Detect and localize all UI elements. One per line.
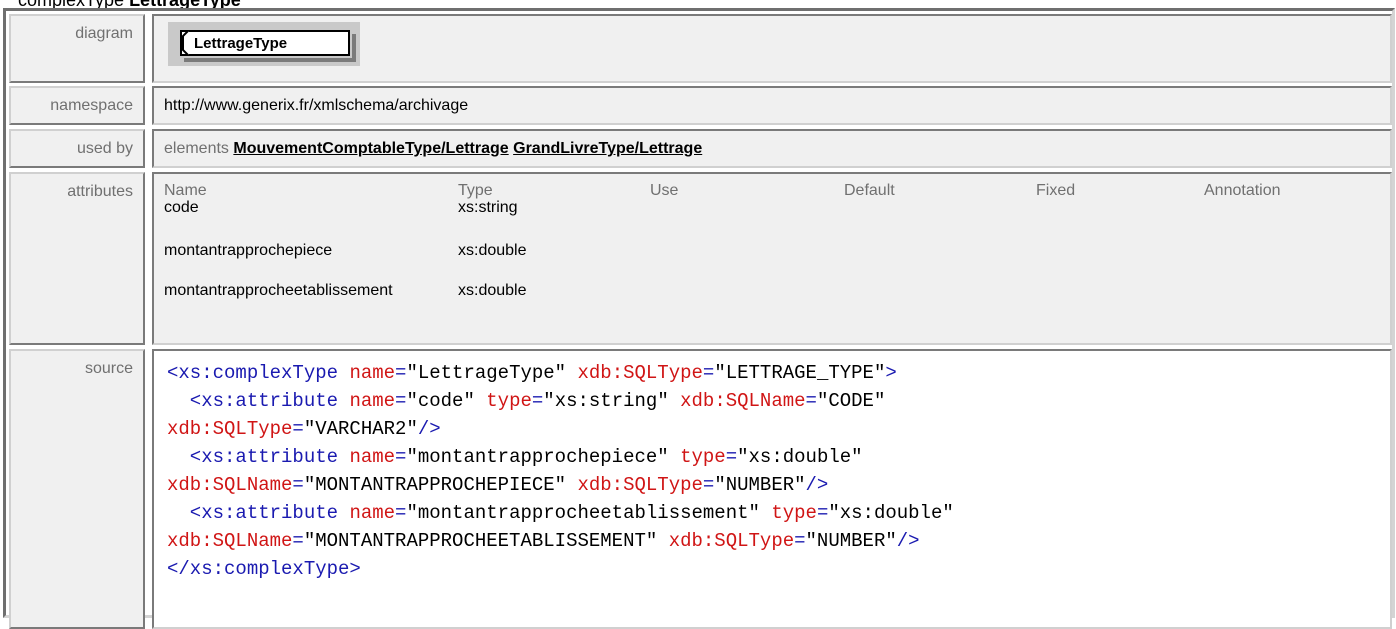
- source-token: =: [531, 390, 544, 412]
- source-token: xdb:SQLName: [668, 390, 806, 412]
- source-token: =: [805, 390, 817, 412]
- source-token: =: [292, 418, 304, 440]
- source-token: />: [896, 530, 920, 552]
- diagram-canvas: LettrageType: [168, 22, 360, 66]
- col-annotation: Annotation: [1204, 182, 1281, 199]
- source-line: <xs:attribute name="montantrapprocheetab…: [167, 499, 954, 527]
- source-token: "xs:double": [737, 446, 863, 468]
- col-name: Name: [164, 182, 207, 199]
- attributes-table: Name Type Use Default Fixed Annotation c…: [152, 172, 1392, 345]
- type-notch-icon: [182, 30, 190, 56]
- source-token: "montantrapprochepiece": [406, 446, 669, 468]
- source-token: xdb:SQLType: [657, 530, 795, 552]
- used-by-link-mouvement[interactable]: MouvementComptableType/Lettrage: [233, 140, 508, 157]
- schema-table: diagram LettrageType namespace http://ww…: [3, 8, 1395, 629]
- source-token: xdb:SQLType: [566, 362, 703, 384]
- source-line: </xs:complexType>: [167, 555, 954, 583]
- source-token: name: [349, 362, 396, 384]
- source-token: </xs:complexType>: [167, 558, 361, 580]
- source-token: =: [395, 390, 407, 412]
- source-token: "MONTANTRAPPROCHEETABLISSEMENT": [303, 530, 658, 552]
- source-line: xdb:SQLName="MONTANTRAPPROCHEETABLISSEME…: [167, 527, 954, 555]
- source-line: <xs:attribute name="code" type="xs:strin…: [167, 387, 954, 415]
- source-token: "VARCHAR2": [303, 418, 418, 440]
- heading-prefix: complexType: [18, 0, 129, 8]
- col-type: Type: [458, 182, 493, 199]
- row-diagram: diagram LettrageType: [9, 14, 1392, 83]
- attribute-name: montantrapprochepiece: [164, 242, 333, 259]
- col-default: Default: [844, 182, 895, 199]
- diagram-label: diagram: [9, 14, 145, 83]
- source-token: xdb:SQLName: [167, 474, 293, 496]
- source-token: "montantrapprocheetablissement": [406, 502, 760, 524]
- namespace-label: namespace: [9, 86, 145, 125]
- diagram-cell: LettrageType: [152, 14, 1392, 83]
- row-source: source <xs:complexType name="LettrageTyp…: [9, 349, 1392, 629]
- source-line: <xs:attribute name="montantrapprochepiec…: [167, 443, 954, 471]
- attribute-type: xs:double: [458, 242, 527, 259]
- source-token: <xs:attribute: [167, 502, 350, 524]
- source-code: <xs:complexType name="LettrageType" xdb:…: [167, 359, 954, 583]
- source-token: <xs:attribute: [167, 390, 350, 412]
- source-token: =: [794, 530, 806, 552]
- source-token: "MONTANTRAPPROCHEPIECE": [303, 474, 567, 496]
- attribute-name: code: [164, 199, 199, 216]
- attributes-label: attributes: [9, 172, 145, 345]
- attribute-type: xs:double: [458, 282, 527, 299]
- attribute-type: xs:string: [458, 199, 518, 216]
- source-token: <xs:attribute: [167, 446, 350, 468]
- source-token: =: [395, 362, 407, 384]
- source-line: xdb:SQLName="MONTANTRAPPROCHEPIECE" xdb:…: [167, 471, 954, 499]
- diagram-box-text: LettrageType: [194, 35, 288, 52]
- source-token: =: [725, 446, 738, 468]
- row-attributes: attributes Name Type Use Default Fixed A…: [9, 172, 1392, 345]
- used-by-label: used by: [9, 129, 145, 168]
- source-token: =: [395, 446, 407, 468]
- source-cell: <xs:complexType name="LettrageType" xdb:…: [152, 349, 1392, 629]
- source-token: name: [349, 390, 396, 412]
- source-token: =: [702, 362, 715, 384]
- source-token: "NUMBER": [714, 474, 806, 496]
- source-token: />: [805, 474, 829, 496]
- source-token: xdb:SQLType: [566, 474, 703, 496]
- source-line: xdb:SQLType="VARCHAR2"/>: [167, 415, 954, 443]
- source-token: "code": [406, 390, 475, 412]
- source-token: type: [668, 446, 726, 468]
- source-token: <xs:complexType: [167, 362, 350, 384]
- source-token: xdb:SQLType: [167, 418, 293, 440]
- namespace-value: http://www.generix.fr/xmlschema/archivag…: [152, 86, 1392, 125]
- source-token: "xs:double": [828, 502, 954, 524]
- heading-type-name: LettrageType: [129, 0, 241, 8]
- row-used-by: used by elements MouvementComptableType/…: [9, 129, 1392, 168]
- col-fixed: Fixed: [1036, 182, 1076, 199]
- source-token: >: [885, 362, 897, 384]
- source-token: =: [816, 502, 829, 524]
- source-token: "NUMBER": [805, 530, 897, 552]
- source-token: name: [349, 446, 396, 468]
- col-use: Use: [650, 182, 679, 199]
- row-namespace: namespace http://www.generix.fr/xmlschem…: [9, 86, 1392, 125]
- used-by-prefix: elements: [164, 140, 229, 157]
- source-token: =: [292, 530, 304, 552]
- diagram-type-box[interactable]: LettrageType: [180, 30, 350, 56]
- page-heading: complexType LettrageType: [18, 0, 241, 8]
- source-token: type: [474, 390, 532, 412]
- source-token: xdb:SQLName: [167, 530, 293, 552]
- source-line: <xs:complexType name="LettrageType" xdb:…: [167, 359, 954, 387]
- source-token: type: [759, 502, 817, 524]
- source-token: "CODE": [816, 390, 886, 412]
- source-token: "xs:string": [543, 390, 669, 412]
- source-label: source: [9, 349, 145, 629]
- used-by-link-grandlivre[interactable]: GrandLivreType/Lettrage: [513, 140, 702, 157]
- source-token: "LETTRAGE_TYPE": [714, 362, 886, 384]
- source-token: =: [702, 474, 715, 496]
- source-token: =: [395, 502, 407, 524]
- used-by-value: elements MouvementComptableType/Lettrage…: [152, 129, 1392, 168]
- attribute-name: montantrapprocheetablissement: [164, 282, 393, 299]
- source-token: name: [349, 502, 396, 524]
- source-token: />: [417, 418, 441, 440]
- source-token: "LettrageType": [406, 362, 567, 384]
- source-token: =: [292, 474, 304, 496]
